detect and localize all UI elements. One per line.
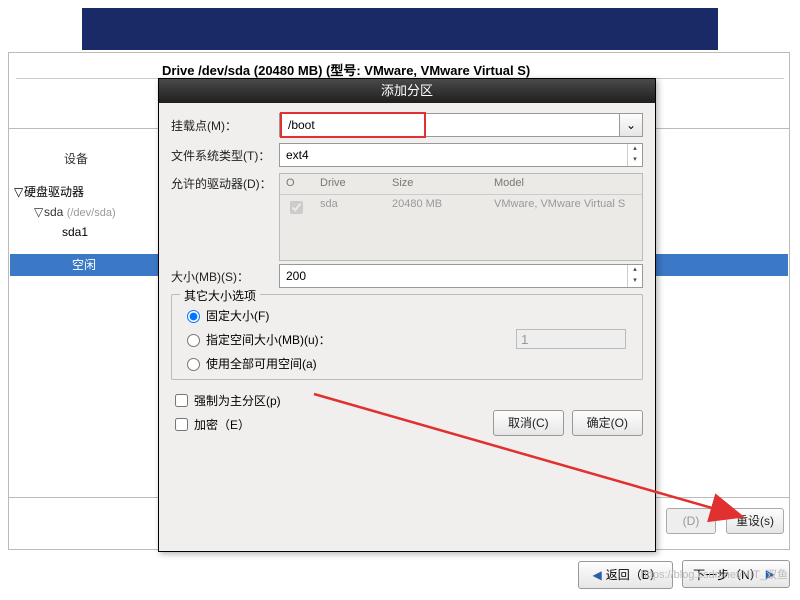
check-primary-label: 强制为主分区(p) [194, 392, 281, 409]
col-size: Size [386, 174, 488, 194]
fs-type-value: ext4 [280, 148, 627, 162]
tree-sda[interactable]: ▽sda (/dev/sda) [34, 202, 116, 222]
dialog-title: 添加分区 [159, 79, 655, 103]
radio-fixed[interactable]: 固定大小(F) [182, 303, 632, 327]
radio-fill-all-input[interactable] [187, 358, 200, 371]
size-value[interactable]: 200 [280, 269, 627, 283]
allowed-drives-list: O Drive Size Model sda 20480 MB VMware, … [279, 173, 643, 261]
size-input[interactable]: 200 ▴▾ [279, 264, 643, 288]
radio-fill-up-input[interactable] [187, 334, 200, 347]
drive-name: sda [314, 195, 386, 215]
size-options-group: 其它大小选项 固定大小(F) 指定空间大小(MB)(u)： 使用全部可用空间(a… [171, 294, 643, 380]
drives-row-sda[interactable]: sda 20480 MB VMware, VMware Virtual S [280, 195, 642, 215]
device-column-header: 设备 [64, 150, 88, 167]
col-drive: Drive [314, 174, 386, 194]
check-primary-input[interactable] [175, 394, 188, 407]
tree-root[interactable]: ▽硬盘驱动器 [14, 182, 116, 202]
delete-button: (D) [666, 508, 716, 534]
drive-header: Drive /dev/sda (20480 MB) (型号: VMware, V… [162, 60, 530, 79]
ok-button[interactable]: 确定(O) [572, 410, 643, 436]
radio-fill-all-label: 使用全部可用空间(a) [206, 355, 317, 372]
device-tree[interactable]: ▽硬盘驱动器 ▽sda (/dev/sda) sda1 [14, 182, 116, 242]
mount-point-combo[interactable]: /boot ⌄ [279, 113, 643, 137]
tree-root-label: 硬盘驱动器 [24, 185, 84, 199]
check-encrypt-input[interactable] [175, 418, 188, 431]
radio-fixed-label: 固定大小(F) [206, 307, 269, 324]
drives-header-row: O Drive Size Model [280, 174, 642, 195]
fill-up-value [516, 329, 626, 349]
header-band [82, 8, 718, 50]
size-stepper[interactable]: ▴▾ [627, 265, 642, 287]
tree-sda-label: sda [44, 205, 63, 219]
mount-point-value[interactable]: /boot [280, 112, 426, 138]
tree-sda1[interactable]: sda1 [62, 222, 116, 242]
drive-check-sda [290, 201, 303, 214]
radio-fill-up-label: 指定空间大小(MB)(u)： [206, 331, 331, 348]
fs-type-combo[interactable]: ext4 ▴▾ [279, 143, 643, 167]
check-encrypt-label: 加密（E） [194, 416, 250, 433]
allowed-drives-label: 允许的驱动器(D)： [171, 175, 279, 192]
size-label: 大小(MB)(S)： [171, 268, 279, 285]
chevron-down-icon[interactable]: ⌄ [619, 114, 642, 136]
fs-type-label: 文件系统类型(T)： [171, 147, 279, 164]
mount-point-label: 挂载点(M)： [171, 117, 279, 134]
col-o: O [280, 174, 314, 194]
fs-type-stepper[interactable]: ▴▾ [627, 144, 642, 166]
check-primary[interactable]: 强制为主分区(p) [171, 388, 643, 412]
cancel-button[interactable]: 取消(C) [493, 410, 564, 436]
size-options-legend: 其它大小选项 [180, 287, 260, 304]
radio-fill-all[interactable]: 使用全部可用空间(a) [182, 351, 632, 375]
reset-button[interactable]: 重设(s) [726, 508, 784, 534]
add-partition-dialog: 添加分区 挂载点(M)： /boot ⌄ 文件系统类型(T)： ext4 ▴▾ … [158, 78, 656, 552]
col-model: Model [488, 174, 642, 194]
radio-fixed-input[interactable] [187, 310, 200, 323]
tree-sda-path: (/dev/sda) [67, 207, 116, 219]
drive-model: VMware, VMware Virtual S [488, 195, 642, 215]
drive-size: 20480 MB [386, 195, 488, 215]
watermark: https://blog.csdn.net/HIT_双鱼 [641, 566, 788, 582]
arrow-left-icon: ◀ [593, 568, 602, 582]
radio-fill-up[interactable]: 指定空间大小(MB)(u)： [182, 327, 632, 351]
